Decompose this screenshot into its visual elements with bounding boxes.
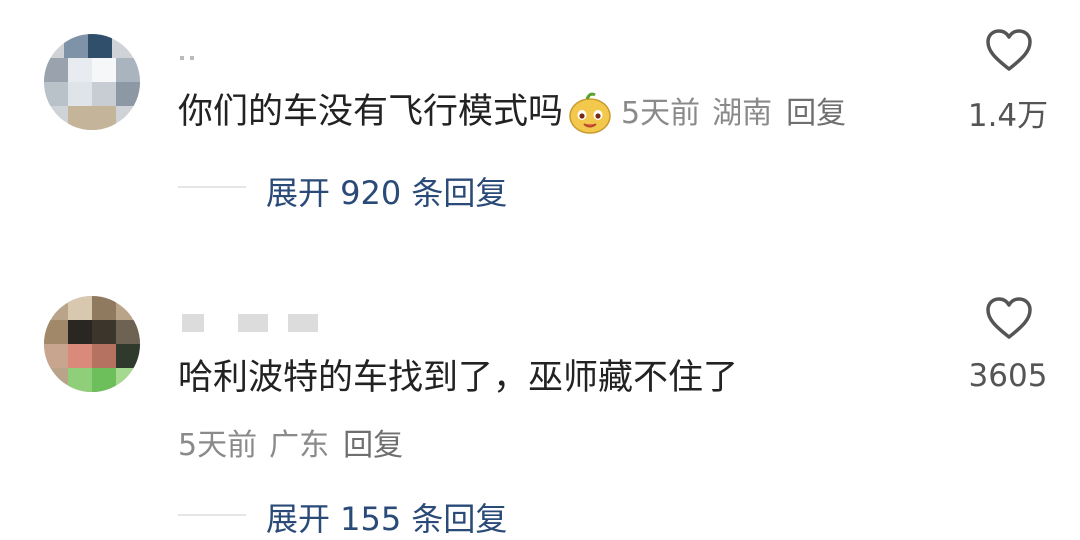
username-blurred[interactable] <box>180 56 194 60</box>
reply-divider <box>178 186 246 188</box>
reply-button[interactable]: 回复 <box>786 96 846 131</box>
expand-replies-link[interactable]: 展开 920 条回复 <box>266 168 507 214</box>
avatar[interactable] <box>44 296 140 392</box>
like-heart-icon[interactable] <box>985 28 1033 72</box>
like-heart-icon[interactable] <box>985 296 1033 340</box>
smiling-bean-face-emoji-icon <box>569 92 611 134</box>
comment-location: 湖南 <box>712 96 773 131</box>
like-count: 1.4万 <box>967 98 1049 134</box>
reply-divider <box>178 514 246 516</box>
like-count: 3605 <box>968 358 1048 394</box>
comment-text[interactable]: 你们的车没有飞行模式吗 5天前 湖南 回复 <box>178 90 846 136</box>
comment-time: 5天前 <box>621 96 701 131</box>
comment-time: 5天前 <box>178 428 258 463</box>
comment-text[interactable]: 哈利波特的车找到了，巫师藏不住了 <box>178 358 738 398</box>
expand-replies-link[interactable]: 展开 155 条回复 <box>266 494 507 540</box>
comment-meta: 5天前 广东 回复 <box>178 420 403 464</box>
avatar[interactable] <box>44 34 140 130</box>
reply-button[interactable]: 回复 <box>343 428 403 463</box>
comment-location: 广东 <box>269 428 330 463</box>
username-blurred[interactable] <box>182 314 318 332</box>
